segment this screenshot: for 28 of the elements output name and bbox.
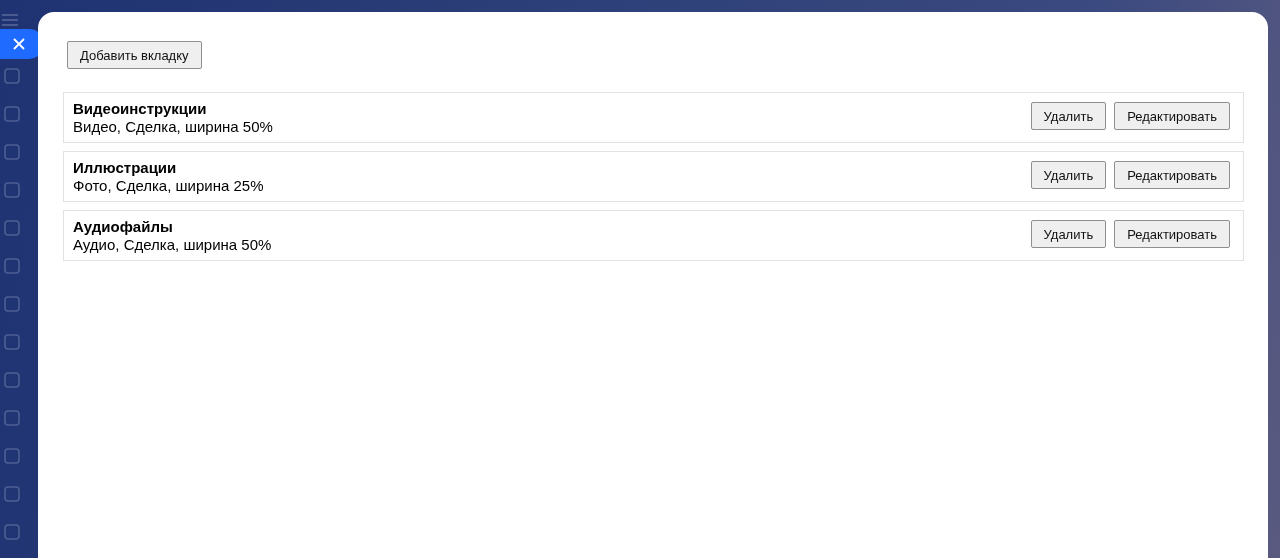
tab-title: Иллюстрации: [73, 158, 178, 177]
close-icon: [13, 38, 25, 50]
edit-button[interactable]: Редактировать: [1114, 220, 1230, 248]
tab-title: Видеоинструкции: [73, 99, 208, 118]
tab-details: Видео, Сделка, ширина 50%: [73, 117, 273, 136]
sidebar-icon: [2, 218, 22, 238]
sidebar-icon: [2, 446, 22, 466]
delete-button[interactable]: Удалить: [1030, 102, 1107, 130]
sidebar-icon: [2, 332, 22, 352]
add-tab-button[interactable]: Добавить вкладку: [67, 41, 202, 69]
delete-button[interactable]: Удалить: [1030, 220, 1107, 248]
sidebar-icon: [2, 180, 22, 200]
sidebar-icon: [2, 256, 22, 276]
tab-details: Фото, Сделка, ширина 25%: [73, 176, 264, 195]
sidebar-icon: [2, 142, 22, 162]
tab-title: Аудиофайлы: [73, 217, 174, 236]
sidebar-icon: [2, 104, 22, 124]
tab-details: Аудио, Сделка, ширина 50%: [73, 235, 272, 254]
sidebar-icon: [2, 522, 22, 542]
sidebar-icon: [2, 370, 22, 390]
delete-button[interactable]: Удалить: [1030, 161, 1107, 189]
sidebar-icon: [2, 294, 22, 314]
edit-button[interactable]: Редактировать: [1114, 102, 1230, 130]
sidebar-icon: [2, 484, 22, 504]
sidebar-icon: [2, 66, 22, 86]
edit-button[interactable]: Редактировать: [1114, 161, 1230, 189]
menu-icon: [2, 14, 18, 26]
sidebar-icon: [2, 408, 22, 428]
